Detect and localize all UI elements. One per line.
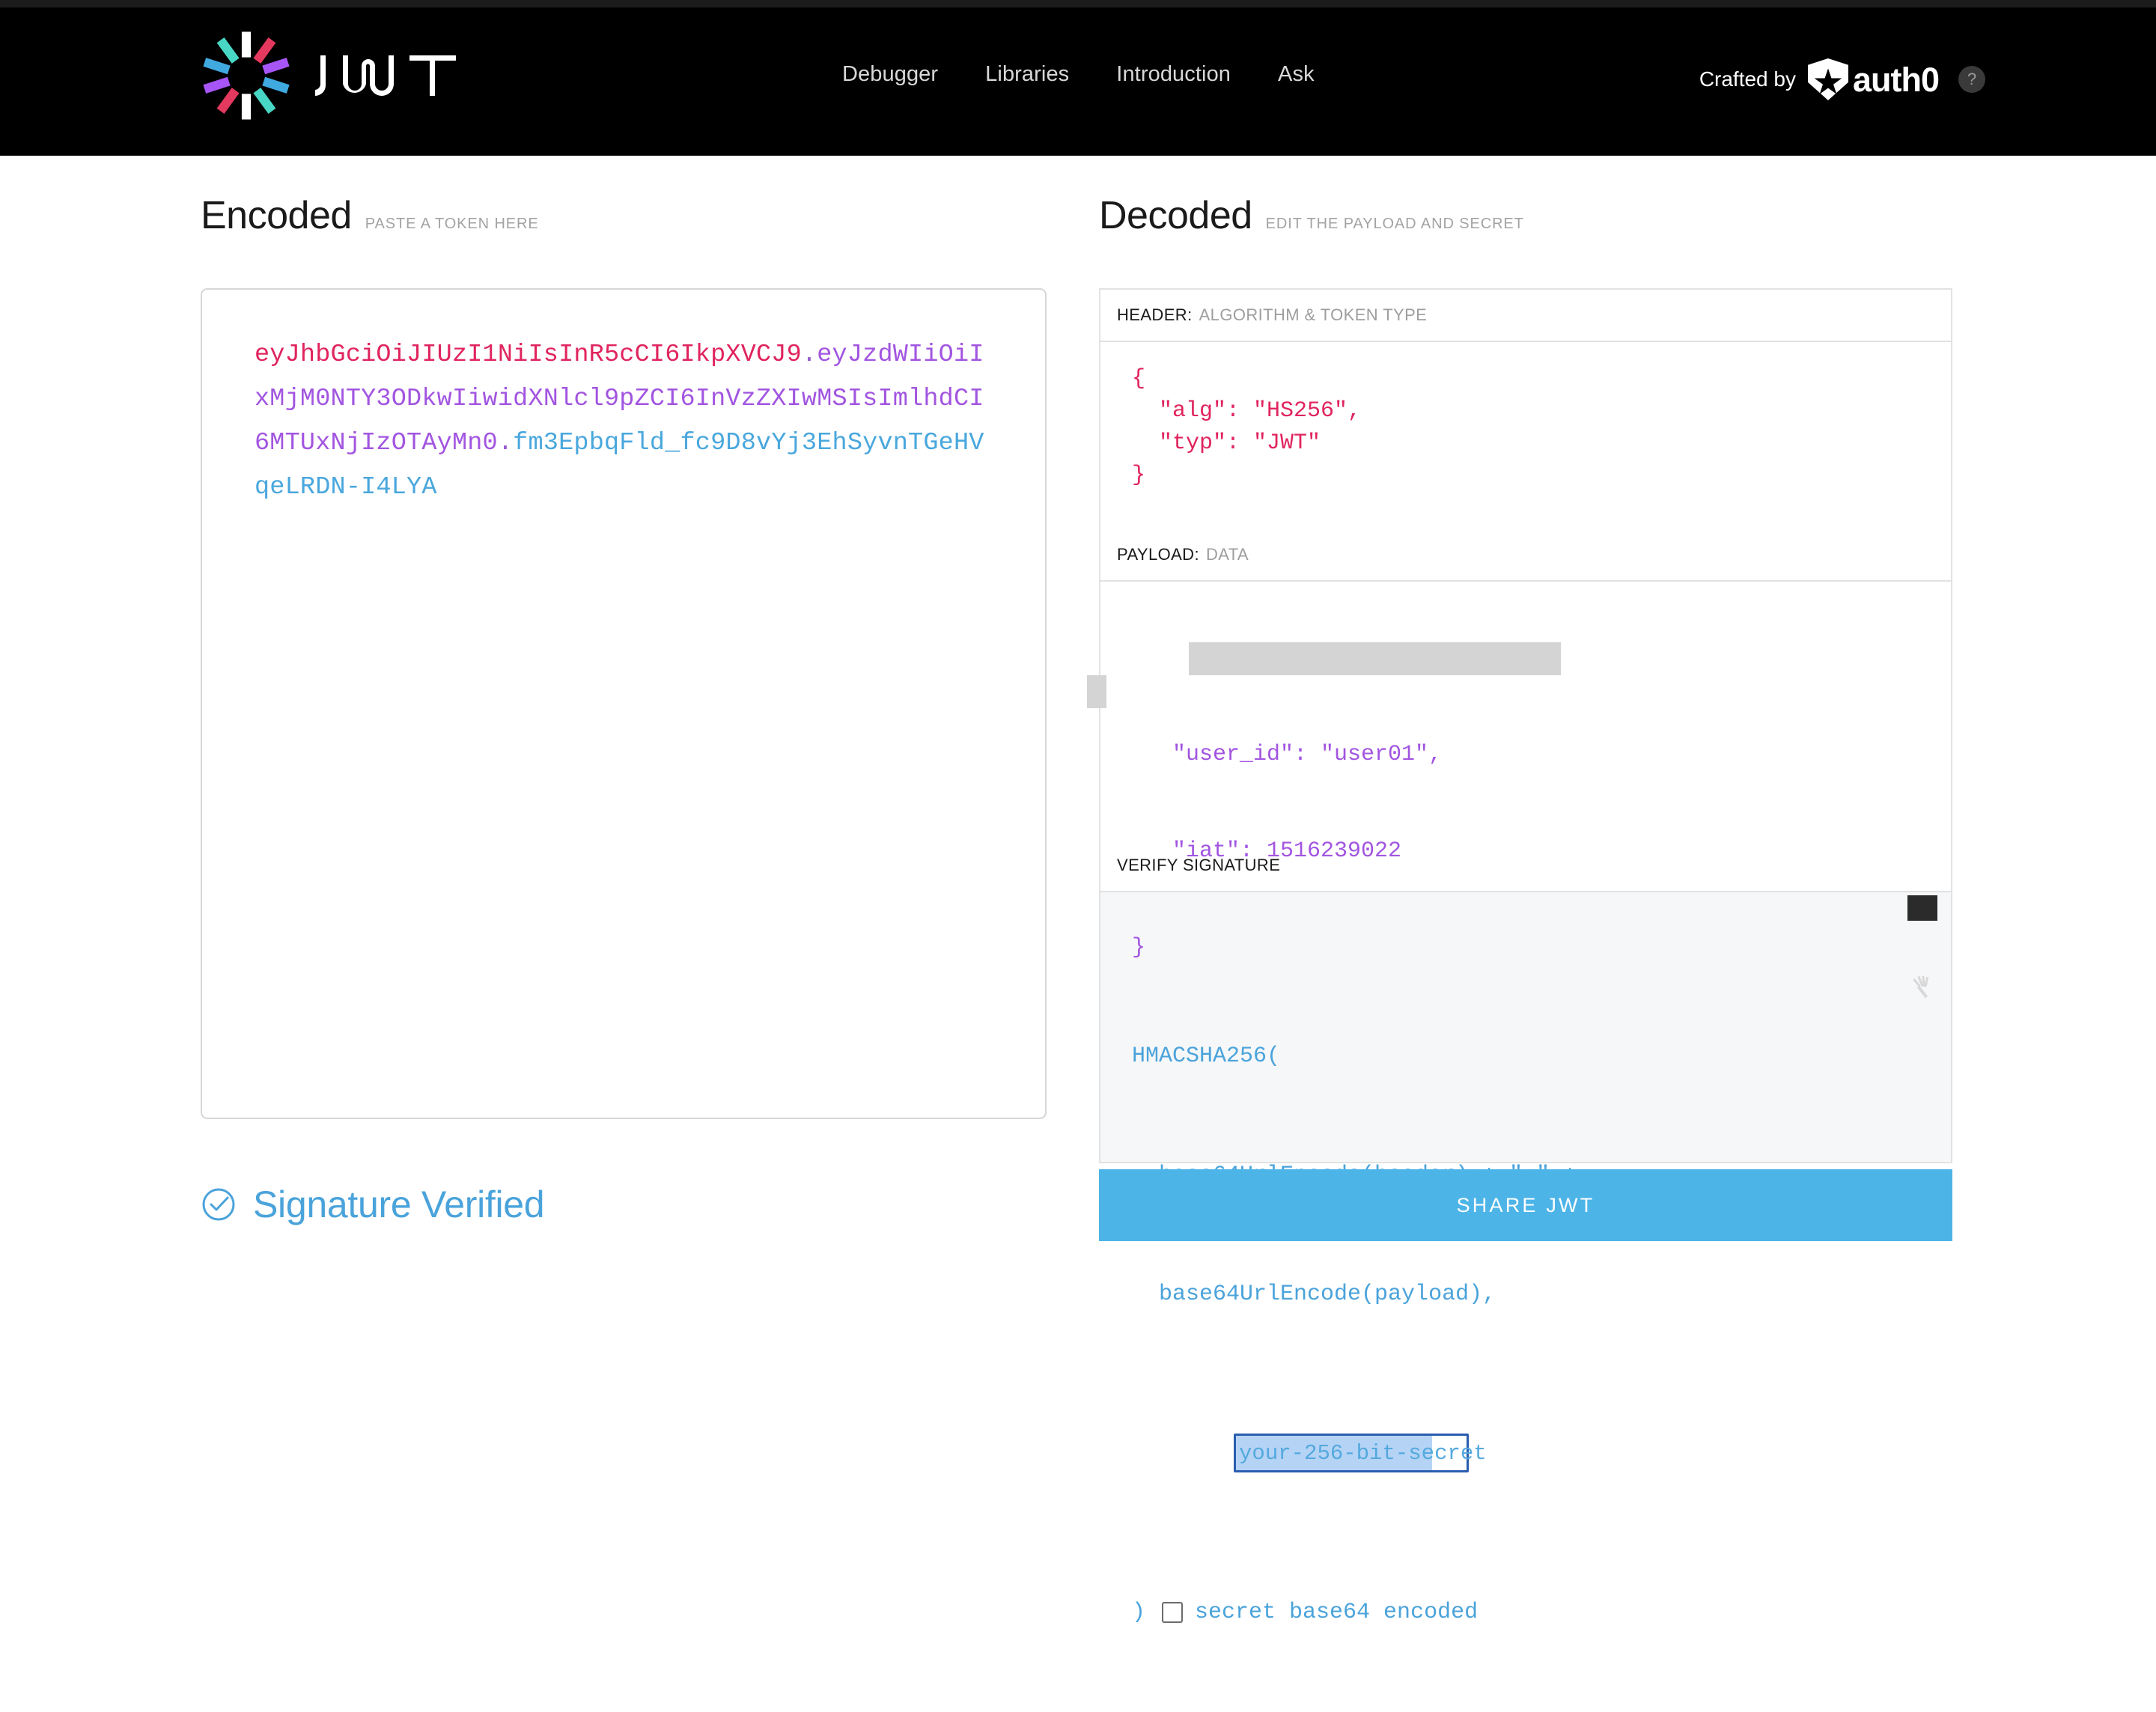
help-icon[interactable]: ? bbox=[1958, 66, 1985, 93]
payload-json-line: "iat": 1516239022 bbox=[1132, 838, 1402, 864]
token-separator-1: . bbox=[801, 341, 817, 369]
encoded-subtitle: PASTE A TOKEN HERE bbox=[365, 216, 539, 232]
encoded-column-header: Encoded PASTE A TOKEN HERE bbox=[201, 196, 1062, 243]
header-json-line: "typ": "JWT" bbox=[1132, 430, 1321, 456]
payload-json-line: } bbox=[1132, 935, 1146, 960]
auth0-logo[interactable]: auth0 bbox=[1807, 58, 1940, 100]
header-sublabel-text: ALGORITHM & TOKEN TYPE bbox=[1199, 305, 1428, 324]
jwt-token-text[interactable]: eyJhbGciOiJIUzI1NiIsInR5cCI6IkpXVCJ9.eyJ… bbox=[255, 333, 993, 510]
header-json-line: } bbox=[1132, 463, 1146, 488]
payload-json-line: "user_id": "user01", bbox=[1132, 742, 1443, 767]
nav-item-introduction[interactable]: Introduction bbox=[1116, 62, 1231, 87]
share-jwt-button[interactable]: SHARE JWT bbox=[1099, 1169, 1952, 1241]
jwt-starburst-icon bbox=[203, 31, 290, 120]
payload-panel-label: PAYLOAD: DATA bbox=[1100, 529, 1951, 582]
hmac-line-3: base64UrlEncode(payload), bbox=[1132, 1282, 1496, 1307]
decoded-panels: HEADER: ALGORITHM & TOKEN TYPE { "alg": … bbox=[1087, 288, 1952, 1625]
header-json-editor[interactable]: { "alg": "HS256", "typ": "JWT"} bbox=[1100, 342, 1951, 529]
crafted-by-block: Crafted by auth0 ? bbox=[1699, 58, 1985, 100]
secret-input-value: your-256-bit-secret bbox=[1239, 1441, 1487, 1466]
top-navigation-bar: Debugger Libraries Introduction Ask Craf… bbox=[0, 0, 2156, 156]
nav-item-ask[interactable]: Ask bbox=[1278, 62, 1315, 87]
jwt-wordmark bbox=[315, 55, 456, 96]
decoded-column-header: Decoded EDIT THE PAYLOAD AND SECRET bbox=[1099, 196, 1952, 243]
signature-status-badge: Signature Verified bbox=[201, 1183, 545, 1226]
header-json-line: "alg": "HS256", bbox=[1132, 398, 1362, 424]
encoded-token-input[interactable]: eyJhbGciOiJIUzI1NiIsInR5cCI6IkpXVCJ9.eyJ… bbox=[201, 288, 1047, 1119]
base64-checkbox-row: ) secret base64 encoded bbox=[1132, 1593, 1933, 1633]
topbar-accent-strip bbox=[0, 0, 2156, 7]
secret-input[interactable]: your-256-bit-secret bbox=[1234, 1434, 1487, 1472]
cursor-hand-icon bbox=[1907, 895, 1937, 999]
brand-logo[interactable] bbox=[201, 30, 470, 121]
payload-sublabel-text: DATA bbox=[1205, 545, 1249, 564]
check-circle-icon bbox=[202, 1188, 235, 1221]
text-selection-highlight bbox=[1087, 675, 1106, 708]
decoded-title: Decoded bbox=[1099, 194, 1252, 237]
signature-status-text: Signature Verified bbox=[253, 1184, 545, 1225]
secret-base64-checkbox[interactable] bbox=[1162, 1602, 1184, 1624]
nav-item-debugger[interactable]: Debugger bbox=[842, 62, 938, 87]
hmac-line-1: HMACSHA256( bbox=[1132, 1044, 1281, 1069]
payload-label-text: PAYLOAD: bbox=[1117, 545, 1199, 564]
secret-base64-label: secret base64 encoded bbox=[1195, 1599, 1479, 1625]
auth0-wordmark: auth0 bbox=[1852, 60, 1940, 99]
text-selection-highlight bbox=[1189, 642, 1561, 675]
header-panel-label: HEADER: ALGORITHM & TOKEN TYPE bbox=[1100, 290, 1951, 342]
encoded-title: Encoded bbox=[201, 194, 352, 237]
header-json-line: { bbox=[1132, 366, 1146, 392]
closing-paren: ) bbox=[1132, 1599, 1146, 1625]
main-navigation: Debugger Libraries Introduction Ask bbox=[842, 62, 1315, 87]
token-header-segment: eyJhbGciOiJIUzI1NiIsInR5cCI6IkpXVCJ9 bbox=[255, 341, 802, 369]
header-label-text: HEADER: bbox=[1117, 305, 1193, 324]
auth0-shield-icon bbox=[1807, 58, 1848, 100]
token-separator-2: . bbox=[497, 429, 514, 457]
secret-input-row: your-256-bit-secret bbox=[1132, 1394, 1933, 1514]
decoded-subtitle: EDIT THE PAYLOAD AND SECRET bbox=[1265, 216, 1524, 232]
crafted-by-label: Crafted by bbox=[1699, 67, 1796, 91]
nav-item-libraries[interactable]: Libraries bbox=[985, 62, 1069, 87]
payload-json-editor[interactable]: "user_id": "user01", "iat": 1516239022 } bbox=[1087, 582, 1951, 960]
